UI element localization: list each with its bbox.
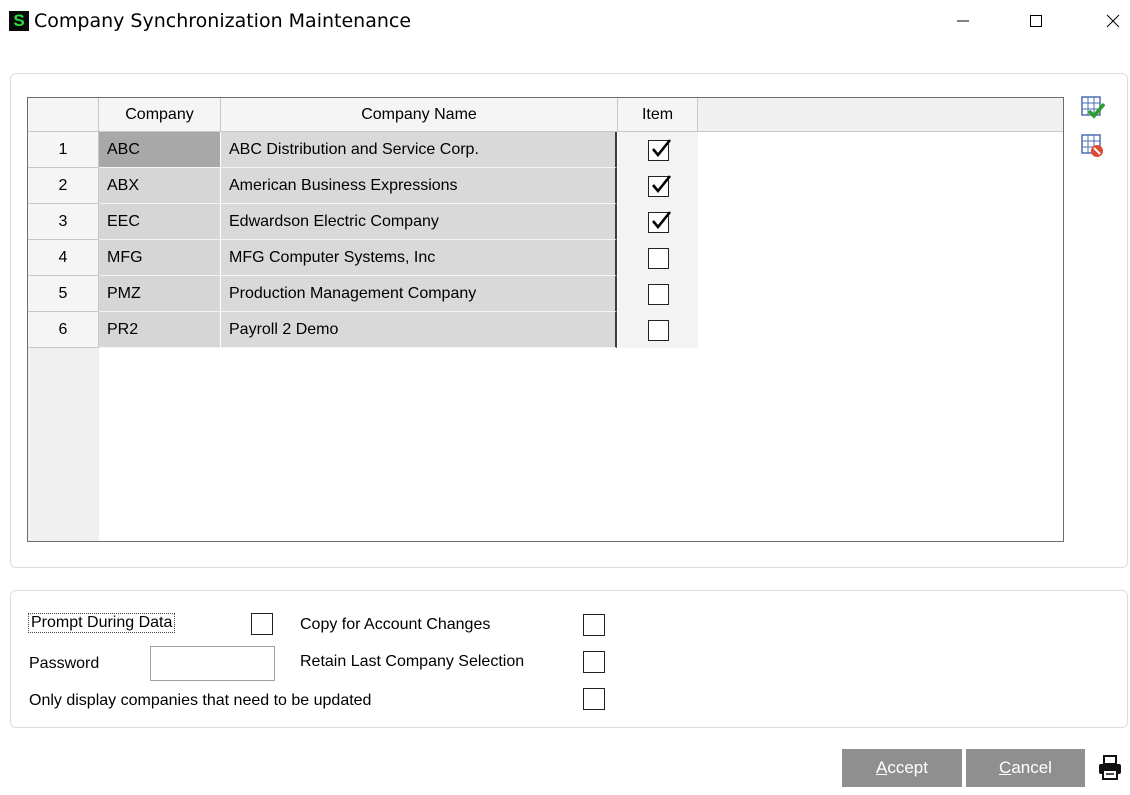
prompt-during-data-label: Prompt During Data: [28, 613, 176, 633]
item-checkbox[interactable]: [648, 139, 672, 161]
row-number: 6: [28, 312, 99, 348]
row-number-header: [28, 98, 99, 132]
item-cell[interactable]: [618, 132, 698, 168]
cancel-accelerator: C: [999, 758, 1012, 777]
only-display-label: Only display companies that need to be u…: [29, 692, 372, 709]
accept-button[interactable]: Accept: [842, 749, 962, 787]
copy-for-account-changes-label: Copy for Account Changes: [300, 616, 491, 633]
password-field[interactable]: [150, 646, 275, 681]
table-row[interactable]: 4 MFG MFG Computer Systems, Inc: [28, 240, 698, 276]
item-cell[interactable]: [618, 240, 698, 276]
item-checkbox[interactable]: [648, 211, 672, 233]
item-checkbox[interactable]: [648, 248, 669, 269]
clear-all-icon[interactable]: [1080, 133, 1106, 159]
company-grid[interactable]: Company Company Name Item 1 ABC ABC Distri…: [27, 97, 1064, 542]
cancel-button[interactable]: Cancel: [966, 749, 1085, 787]
row-number: 5: [28, 276, 99, 312]
retain-last-company-label: Retain Last Company Selection: [300, 653, 525, 670]
item-cell[interactable]: [618, 168, 698, 204]
row-number: 4: [28, 240, 99, 276]
item-checkbox[interactable]: [648, 284, 669, 305]
header-filler: [698, 98, 1063, 132]
company-code-cell[interactable]: MFG: [99, 240, 221, 276]
company-code-cell[interactable]: ABX: [99, 168, 221, 204]
window-title: Company Synchronization Maintenance: [34, 10, 412, 32]
table-row[interactable]: 6 PR2 Payroll 2 Demo: [28, 312, 698, 348]
accept-label: ccept: [887, 758, 928, 777]
minimize-button[interactable]: [940, 4, 986, 38]
company-code-cell[interactable]: EEC: [99, 204, 221, 240]
column-header-company[interactable]: Company: [99, 98, 221, 132]
prompt-during-data-checkbox[interactable]: [251, 613, 273, 635]
company-name-cell[interactable]: Production Management Company: [221, 276, 617, 312]
company-code-cell[interactable]: PMZ: [99, 276, 221, 312]
column-header-item[interactable]: Item: [618, 98, 698, 132]
company-name-cell[interactable]: Edwardson Electric Company: [221, 204, 617, 240]
checkmark-icon: [652, 175, 672, 194]
checkmark-icon: [652, 139, 672, 158]
table-row[interactable]: 5 PMZ Production Management Company: [28, 276, 698, 312]
company-name-cell[interactable]: Payroll 2 Demo: [221, 312, 617, 348]
item-cell[interactable]: [618, 204, 698, 240]
cancel-label: ancel: [1011, 758, 1052, 777]
copy-for-account-changes-checkbox[interactable]: [583, 614, 605, 636]
item-checkbox[interactable]: [648, 320, 669, 341]
item-checkbox[interactable]: [648, 175, 672, 197]
company-name-cell[interactable]: American Business Expressions: [221, 168, 617, 204]
close-button[interactable]: [1090, 4, 1130, 38]
only-display-checkbox[interactable]: [583, 688, 605, 710]
maximize-button[interactable]: [1013, 4, 1059, 38]
company-name-cell[interactable]: ABC Distribution and Service Corp.: [221, 132, 617, 168]
accept-accelerator: A: [876, 758, 888, 777]
retain-last-company-checkbox[interactable]: [583, 651, 605, 673]
item-cell[interactable]: [618, 312, 698, 348]
row-number: 1: [28, 132, 99, 168]
title-bar: S Company Synchronization Maintenance: [0, 0, 1130, 44]
row-number: 3: [28, 204, 99, 240]
column-header-company-name[interactable]: Company Name: [221, 98, 618, 132]
table-row[interactable]: 3 EEC Edwardson Electric Company: [28, 204, 698, 240]
row-number: 2: [28, 168, 99, 204]
company-name-cell[interactable]: MFG Computer Systems, Inc: [221, 240, 617, 276]
company-code-cell[interactable]: PR2: [99, 312, 221, 348]
item-cell[interactable]: [618, 276, 698, 312]
checkmark-icon: [652, 211, 672, 230]
table-row[interactable]: 2 ABX American Business Expressions: [28, 168, 698, 204]
select-all-icon[interactable]: [1080, 95, 1106, 121]
password-label: Password: [29, 655, 100, 672]
app-logo-icon: S: [9, 11, 29, 31]
print-icon[interactable]: [1096, 754, 1124, 782]
company-code-cell[interactable]: ABC: [99, 132, 221, 168]
table-row[interactable]: 1 ABC ABC Distribution and Service Corp.: [28, 132, 698, 168]
